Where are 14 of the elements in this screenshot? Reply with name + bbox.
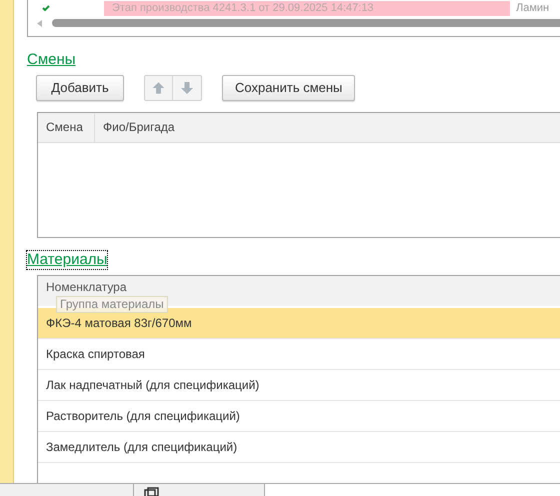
tooltip: Группа материалы	[56, 296, 168, 313]
table-cell: Ламин	[516, 0, 550, 16]
column-header[interactable]: Номенклатура	[38, 280, 135, 294]
section-link[interactable]: Смены	[27, 51, 76, 69]
table-cell: Этап производства 4241.3.1 от 29.09.2025 14:47:13	[104, 0, 510, 16]
scroll-left-icon[interactable]	[37, 20, 42, 26]
save-shifts-button[interactable]: Сохранить смены	[222, 75, 356, 101]
scrollbar-thumb[interactable]	[52, 19, 560, 27]
section-link[interactable]: Материалы	[27, 251, 108, 269]
check-icon	[42, 5, 50, 11]
add-button[interactable]: Добавить	[36, 75, 124, 101]
column-header[interactable]: Фио/Бригада	[95, 113, 183, 142]
windows-icon	[144, 487, 160, 496]
column-header[interactable]: Смена	[38, 113, 95, 142]
